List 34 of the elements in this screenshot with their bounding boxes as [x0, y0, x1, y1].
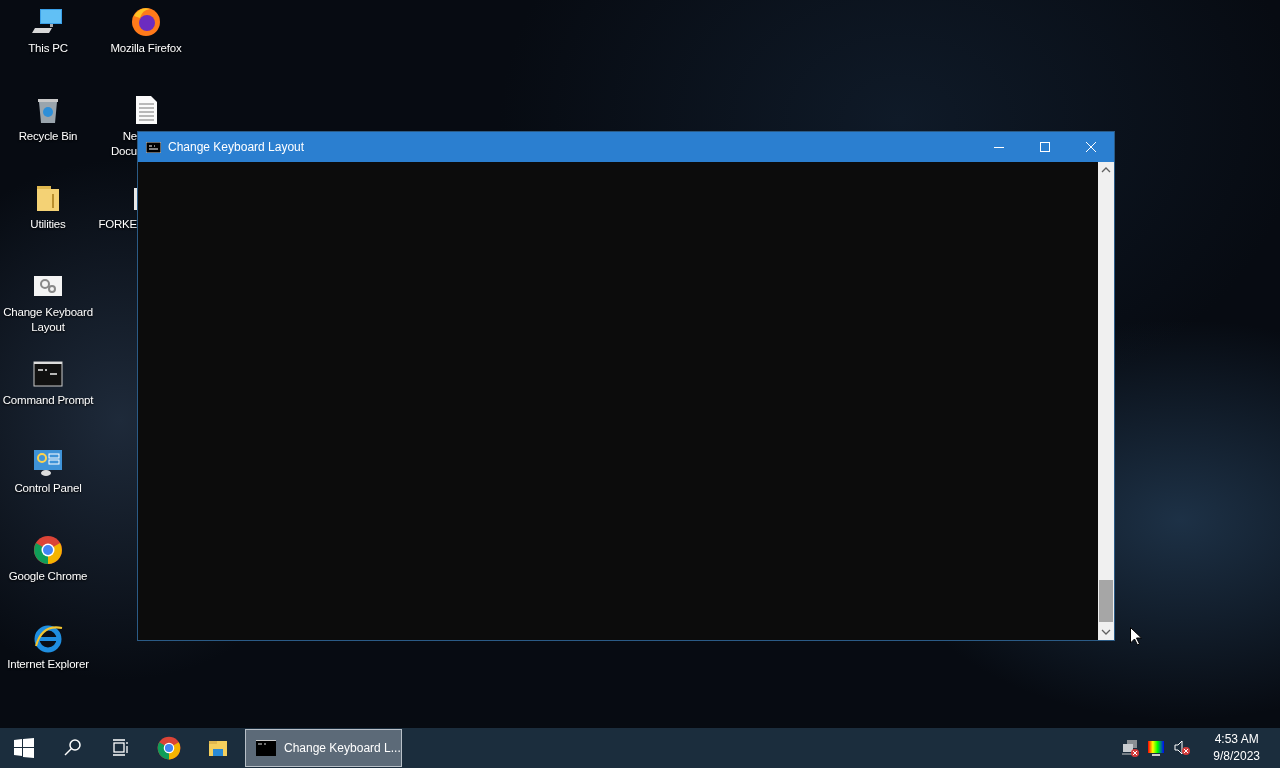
taskbar-window-button[interactable]: Change Keyboard L... [245, 729, 402, 767]
speaker-muted-icon[interactable] [1173, 740, 1192, 756]
shortcut-label: Change Keyboard Layout [2, 305, 94, 335]
folder-icon [208, 738, 228, 758]
window-title: Change Keyboard Layout [168, 140, 306, 154]
clock-date[interactable]: 9/8/2023 [1213, 748, 1260, 765]
shortcut-label: This PC [28, 41, 68, 56]
task-view-icon [110, 738, 130, 758]
browser-icon [156, 735, 182, 761]
maximize-icon [1040, 142, 1050, 152]
shortcut-label: Command Prompt [2, 393, 94, 408]
console-icon [32, 358, 64, 390]
browser-icon [32, 534, 64, 566]
shortcut-label: Mozilla Firefox [110, 41, 182, 56]
minimize-icon [994, 146, 1004, 148]
mouse-pointer-icon [1130, 627, 1142, 646]
browser-icon [130, 6, 162, 38]
shortcut-label: Internet Explorer [7, 657, 89, 672]
shortcut-label: FORKE [98, 217, 137, 232]
windows-logo-icon [14, 738, 34, 758]
close-icon [1086, 142, 1096, 152]
shortcut-label: Control Panel [14, 481, 82, 496]
scrollbar[interactable] [1098, 162, 1114, 640]
clock-time[interactable]: 4:53 AM [1213, 731, 1260, 748]
shortcut-label: Utilities [30, 217, 66, 232]
console-icon [256, 740, 276, 756]
shortcut-label: Ne Docu [109, 129, 137, 159]
scroll-thumb[interactable] [1099, 580, 1113, 622]
shortcut-label: Google Chrome [8, 569, 88, 584]
console-icon [146, 141, 161, 153]
shortcut-label: Recycle Bin [18, 129, 78, 144]
network-error-icon[interactable] [1121, 739, 1140, 757]
display-icon[interactable] [1147, 740, 1166, 756]
search-icon [62, 738, 82, 758]
